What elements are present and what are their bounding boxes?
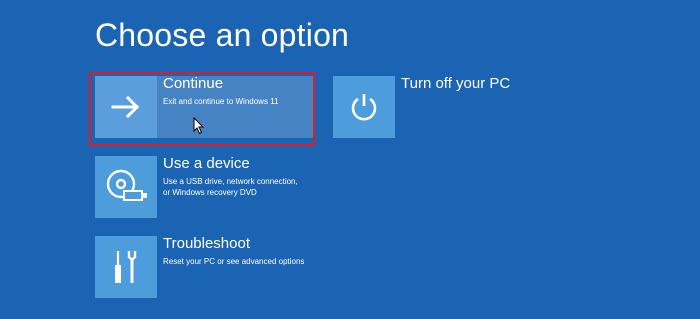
disc-usb-icon	[106, 169, 147, 201]
power-icon	[351, 94, 377, 121]
turn-off-icon-tile	[333, 76, 395, 138]
use-device-title: Use a device	[163, 155, 250, 172]
use-device-option[interactable]: Use a device Use a USB drive, network co…	[95, 155, 314, 220]
recovery-screen: Choose an option Continue Exit and conti…	[0, 0, 700, 319]
use-device-description: Use a USB drive, network connection, or …	[163, 177, 298, 197]
troubleshoot-description: Reset your PC or see advanced options	[163, 257, 305, 266]
continue-icon-tile	[95, 76, 157, 138]
troubleshoot-title: Troubleshoot	[163, 235, 250, 252]
continue-option[interactable]: Continue Exit and continue to Windows 11	[95, 75, 314, 140]
arrow-right-icon	[111, 95, 140, 119]
turn-off-option[interactable]: Turn off your PC	[333, 75, 552, 140]
continue-title: Continue	[163, 75, 224, 92]
continue-description: Exit and continue to Windows 11	[163, 97, 279, 106]
tools-icon	[115, 251, 137, 283]
page-title: Choose an option	[95, 17, 350, 53]
troubleshoot-option[interactable]: Troubleshoot Reset your PC or see advanc…	[95, 235, 314, 300]
use-device-icon-tile	[95, 156, 157, 218]
turn-off-title: Turn off your PC	[401, 75, 511, 92]
troubleshoot-icon-tile	[95, 236, 157, 298]
